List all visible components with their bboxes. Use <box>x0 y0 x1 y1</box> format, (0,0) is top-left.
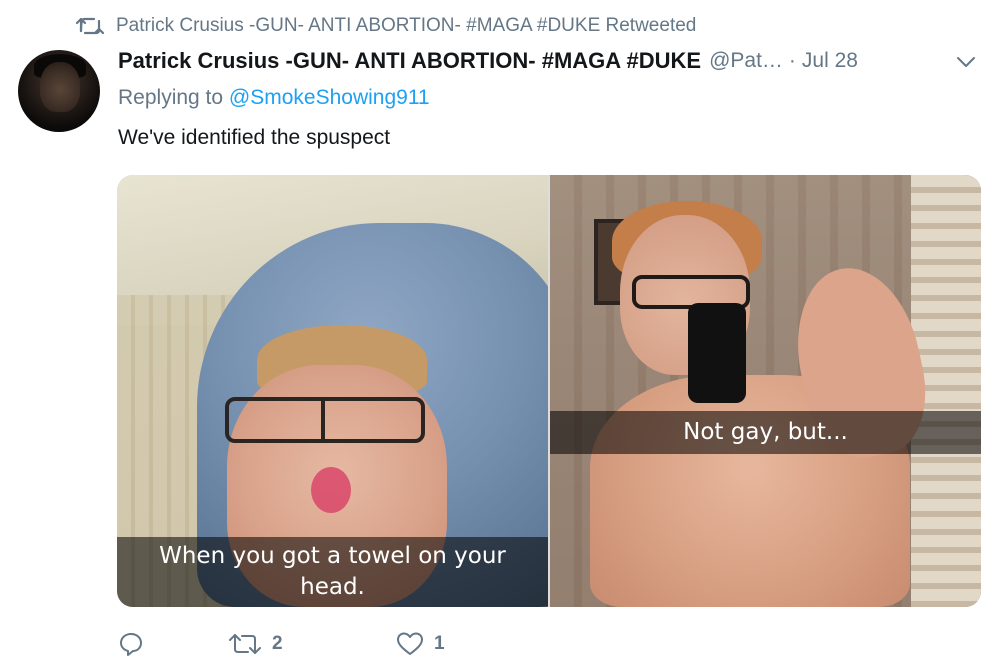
reply-button[interactable] <box>118 631 228 657</box>
caption-left-line2: head. <box>300 574 365 600</box>
chevron-down-icon[interactable] <box>954 50 978 74</box>
tweet-header: Patrick Crusius -GUN- ANTI ABORTION- #MA… <box>118 44 978 78</box>
caption-left-line1: When you got a towel on your <box>159 543 506 569</box>
heart-icon <box>397 632 423 655</box>
media-photo-flex[interactable]: Not gay, but... <box>550 175 981 607</box>
reply-icon <box>120 633 142 656</box>
author-name[interactable]: Patrick Crusius -GUN- ANTI ABORTION- #MA… <box>118 48 701 74</box>
author-handle[interactable]: @Pat… <box>709 49 783 73</box>
avatar-face <box>40 62 80 112</box>
tweet-actions: 2 1 <box>118 626 445 662</box>
retweet-icon <box>76 17 104 35</box>
reply-prefix: Replying to <box>118 86 224 109</box>
like-count: 1 <box>434 633 445 654</box>
replying-to: Replying to @SmokeShowing911 <box>118 86 430 110</box>
retweet-banner: Patrick Crusius -GUN- ANTI ABORTION- #MA… <box>76 12 696 40</box>
media-photo-towel[interactable]: When you got a towel on your head. <box>117 175 548 607</box>
retweet-count: 2 <box>272 633 283 654</box>
avatar[interactable] <box>18 50 100 132</box>
like-button[interactable]: 1 <box>396 631 445 657</box>
tweet-date[interactable]: Jul 28 <box>802 49 858 73</box>
photo-phone <box>688 303 746 403</box>
reply-mention-link[interactable]: @SmokeShowing911 <box>229 86 430 109</box>
retweet-button[interactable]: 2 <box>228 631 396 657</box>
photo-glasses <box>225 397 425 443</box>
caption-right: Not gay, but... <box>550 411 981 454</box>
media-grid: When you got a towel on your head. Not g… <box>117 175 981 607</box>
photo-nose <box>311 467 351 513</box>
retweet-banner-text[interactable]: Patrick Crusius -GUN- ANTI ABORTION- #MA… <box>116 15 696 37</box>
caption-left: When you got a towel on your head. <box>117 537 548 607</box>
tweet-text: We've identified the spuspect <box>118 126 391 149</box>
separator-dot: · <box>788 49 796 72</box>
retweet-icon <box>229 634 261 654</box>
